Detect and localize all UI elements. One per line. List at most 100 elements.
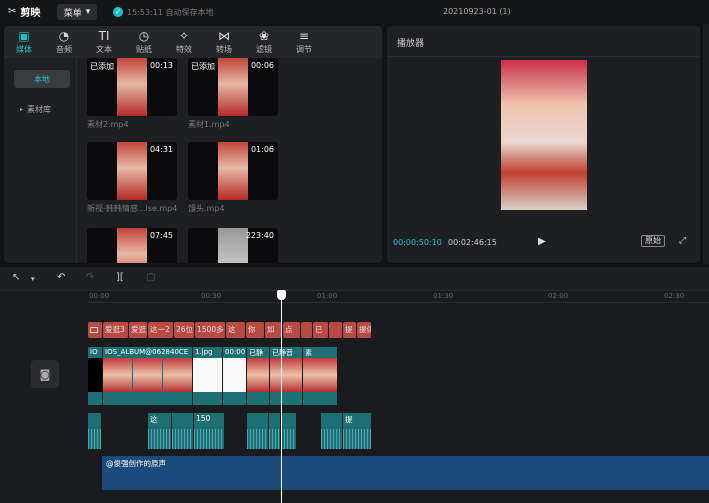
waveform: [281, 429, 296, 449]
text-clip[interactable]: [301, 322, 313, 338]
sidebar-label: 素材库: [27, 104, 52, 114]
video-clip[interactable]: IO: [88, 347, 103, 405]
tab-bar: ▣ 媒体 ◔ 音频 TI 文本 ◷ 贴纸 ✧ 特效 ⋈ 转场 ❀ 滤镜 ≡ 调节: [4, 26, 382, 58]
text-clip[interactable]: [329, 322, 343, 338]
sidebar-label: 本地: [34, 74, 50, 84]
redo-icon[interactable]: ↷: [86, 272, 94, 283]
media-duration: 07:45: [149, 231, 173, 240]
clip-label: 00:00: [225, 348, 246, 356]
fullscreen-icon[interactable]: ⤢: [679, 236, 686, 246]
sidebar-item-local[interactable]: 本地: [14, 70, 70, 88]
divider: [387, 56, 700, 57]
audio-clip[interactable]: [172, 413, 194, 449]
clip-label: 已: [315, 325, 323, 334]
media-item[interactable]: 223:40: [188, 228, 278, 263]
text-clip[interactable]: 这一2: [148, 322, 174, 338]
audio-clip[interactable]: 150: [194, 413, 225, 449]
save-status: 15:53:11 自动保存本地: [127, 8, 214, 17]
text-clip[interactable]: 26位: [174, 322, 195, 338]
audio-clip[interactable]: 这: [148, 413, 172, 449]
tab-label: 调节: [296, 44, 312, 54]
text-clip[interactable]: 提供: [357, 322, 372, 338]
clip-label: 你: [248, 325, 256, 334]
audio-clip[interactable]: 提: [343, 413, 372, 449]
tab-transition[interactable]: ⋈ 转场: [204, 26, 244, 58]
text-clip[interactable]: 点: [283, 322, 301, 338]
text-clip[interactable]: 爱逛3: [103, 322, 129, 338]
text-clip[interactable]: 爱逛: [129, 322, 148, 338]
media-panel: ▣ 媒体 ◔ 音频 TI 文本 ◷ 贴纸 ✧ 特效 ⋈ 转场 ❀ 滤镜 ≡ 调节 本地 ▸ 素材库…: [4, 26, 382, 263]
audio-clip[interactable]: [281, 413, 297, 449]
video-clip[interactable]: IOS_ALBUM@062840CE: [103, 347, 193, 405]
tab-label: 媒体: [16, 44, 32, 54]
caret-right-icon: ▸: [20, 105, 24, 113]
undo-icon[interactable]: ↶: [57, 272, 65, 283]
playhead[interactable]: [281, 291, 282, 503]
media-item[interactable]: 已添加 00:06 素材1.mp4: [188, 58, 278, 130]
media-duration: 00:06: [250, 61, 274, 70]
sidebar-item-library[interactable]: ▸ 素材库: [14, 100, 70, 118]
media-item[interactable]: 已添加 00:13 素材2.mp4: [87, 58, 177, 130]
clip-label: 已静: [249, 349, 263, 357]
chevron-down-icon[interactable]: ▾: [31, 275, 35, 283]
ratio-button[interactable]: 原始: [641, 235, 665, 247]
text-clip-icon: [90, 327, 98, 333]
media-name: 馒头.mp4: [188, 204, 225, 213]
text-clip[interactable]: [88, 322, 103, 338]
tab-filter[interactable]: ❀ 滤镜: [244, 26, 284, 58]
text-clip[interactable]: 已: [313, 322, 329, 338]
sticker-icon: ◷: [138, 28, 150, 43]
audio-clip[interactable]: [321, 413, 343, 449]
tab-adjust[interactable]: ≡ 调节: [284, 26, 324, 58]
ruler-tick: 01:30: [433, 292, 454, 300]
tab-media[interactable]: ▣ 媒体: [4, 26, 44, 58]
video-clip[interactable]: 已静: [247, 347, 270, 405]
tab-audio[interactable]: ◔ 音频: [44, 26, 84, 58]
media-item[interactable]: 04:31 新视-韩韩情感...lse.mp4: [87, 142, 177, 214]
video-clip[interactable]: 1.jpg: [193, 347, 223, 405]
video-clip[interactable]: 素: [303, 347, 338, 405]
text-clip[interactable]: 这: [226, 322, 246, 338]
delete-icon[interactable]: ▢: [146, 272, 155, 283]
tab-effects[interactable]: ✧ 特效: [164, 26, 204, 58]
audio-clip[interactable]: [247, 413, 269, 449]
play-icon[interactable]: ▶: [538, 236, 546, 247]
app-logo: ✂ 剪映: [8, 4, 40, 19]
menu-button[interactable]: 菜单 ▾: [57, 4, 97, 20]
media-item[interactable]: 01:06 馒头.mp4: [188, 142, 278, 214]
clip-label: 26位: [176, 325, 194, 334]
playhead-handle[interactable]: [277, 290, 286, 300]
video-track-icon[interactable]: ◙: [31, 360, 59, 388]
select-pointer-icon[interactable]: ↖: [12, 272, 20, 283]
audio-clip[interactable]: [269, 413, 281, 449]
media-duration: 01:06: [250, 145, 274, 154]
split-icon[interactable]: ][: [116, 272, 124, 283]
app-name: 剪映: [20, 8, 41, 19]
tab-label: 音频: [56, 44, 72, 54]
tab-text[interactable]: TI 文本: [84, 26, 124, 58]
title-bar: ✂ 剪映 菜单 ▾ ✓ 15:53:11 自动保存本地 20210923-01 (1…: [0, 0, 709, 24]
text-clip[interactable]: 1500多: [195, 322, 226, 338]
media-thumbnail: 04:31: [87, 142, 177, 200]
clip-label: 点: [285, 325, 293, 334]
media-item[interactable]: 07:45: [87, 228, 177, 263]
waveform: [172, 429, 193, 449]
clip-label: 这: [228, 325, 236, 334]
video-clip[interactable]: 已静音: [270, 347, 303, 405]
clip-label: 1500多: [197, 325, 224, 334]
waveform: [88, 429, 101, 449]
video-clip[interactable]: 00:00: [223, 347, 247, 405]
clip-label: 爱逛: [131, 325, 146, 334]
video-preview[interactable]: [501, 60, 587, 210]
audio-icon: ◔: [58, 28, 70, 43]
time-ruler[interactable]: 00:00 00:30 01:00 01:30 02:00 02:30: [87, 291, 709, 303]
text-clip[interactable]: 你: [246, 322, 265, 338]
audio-clip[interactable]: [88, 413, 102, 449]
text-clip[interactable]: 提: [343, 322, 357, 338]
media-thumbnail: 07:45: [87, 228, 177, 263]
media-icon: ▣: [18, 28, 30, 43]
original-audio-track[interactable]: @俊强创作的原声: [102, 456, 709, 490]
media-duration: 04:31: [149, 145, 173, 154]
current-time: 00:00:50:10: [393, 238, 442, 247]
tab-sticker[interactable]: ◷ 贴纸: [124, 26, 164, 58]
